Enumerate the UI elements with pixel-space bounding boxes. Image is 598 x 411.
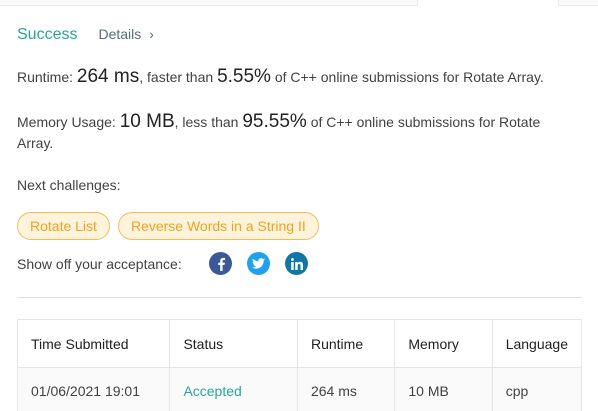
result-status: Success <box>17 26 78 43</box>
next-challenges-label: Next challenges: <box>17 177 121 193</box>
twitter-share-button[interactable] <box>247 252 270 275</box>
column-header-language[interactable]: Language <box>491 319 583 368</box>
details-link[interactable]: Details › <box>98 26 153 42</box>
result-status-line: Success Details › <box>17 26 154 44</box>
cell-status: Accepted <box>169 367 298 411</box>
challenge-tag-reverse-words[interactable]: Reverse Words in a String II <box>117 212 319 240</box>
runtime-percent: 5.55% <box>217 66 271 87</box>
table-header-row: Time Submitted Status Runtime Memory Lan… <box>16 319 583 368</box>
memory-percent: 95.55% <box>242 111 307 132</box>
memory-less-text: , less than <box>174 114 239 130</box>
submission-result-panel: Success Details › Runtime: 264 ms, faster… <box>0 0 598 411</box>
column-header-time-submitted[interactable]: Time Submitted <box>16 319 171 368</box>
cell-language: cpp <box>491 367 583 411</box>
section-divider <box>17 297 582 298</box>
share-row: Show off your acceptance: <box>17 252 323 275</box>
linkedin-icon <box>290 257 303 270</box>
submissions-table: Time Submitted Status Runtime Memory Lan… <box>16 319 583 411</box>
linkedin-share-button[interactable] <box>285 252 308 275</box>
table-row: 01/06/2021 19:01 Accepted 264 ms 10 MB c… <box>16 367 583 411</box>
share-label: Show off your acceptance: <box>17 255 182 272</box>
facebook-icon <box>217 257 225 271</box>
tab-strip <box>0 0 598 6</box>
runtime-faster-text: , faster than <box>139 69 214 85</box>
twitter-icon <box>252 258 265 269</box>
memory-label: Memory Usage: <box>17 114 116 130</box>
facebook-share-button[interactable] <box>209 252 232 275</box>
next-challenges-list: Rotate List Reverse Words in a String II <box>17 212 319 240</box>
accepted-link[interactable]: Accepted <box>183 383 241 399</box>
runtime-label: Runtime: <box>17 69 74 85</box>
memory-stat: Memory Usage: 10 MB, less than 95.55% of… <box>17 111 577 154</box>
runtime-stat: Runtime: 264 ms, faster than 5.55% of C+… <box>17 66 577 88</box>
challenge-tag-rotate-list[interactable]: Rotate List <box>17 212 110 240</box>
runtime-suffix: of C++ online submissions for Rotate Arr… <box>274 69 544 85</box>
cell-time-submitted: 01/06/2021 19:01 <box>16 367 171 411</box>
chevron-right-icon: › <box>149 26 154 42</box>
details-label: Details <box>98 26 142 42</box>
column-header-runtime[interactable]: Runtime <box>296 319 396 368</box>
column-header-status[interactable]: Status <box>169 319 298 368</box>
cell-memory: 10 MB <box>394 367 493 411</box>
active-tab[interactable] <box>417 0 559 6</box>
memory-value: 10 MB <box>119 111 175 132</box>
cell-runtime: 264 ms <box>296 367 396 411</box>
column-header-memory[interactable]: Memory <box>394 319 493 368</box>
runtime-value: 264 ms <box>76 66 140 87</box>
